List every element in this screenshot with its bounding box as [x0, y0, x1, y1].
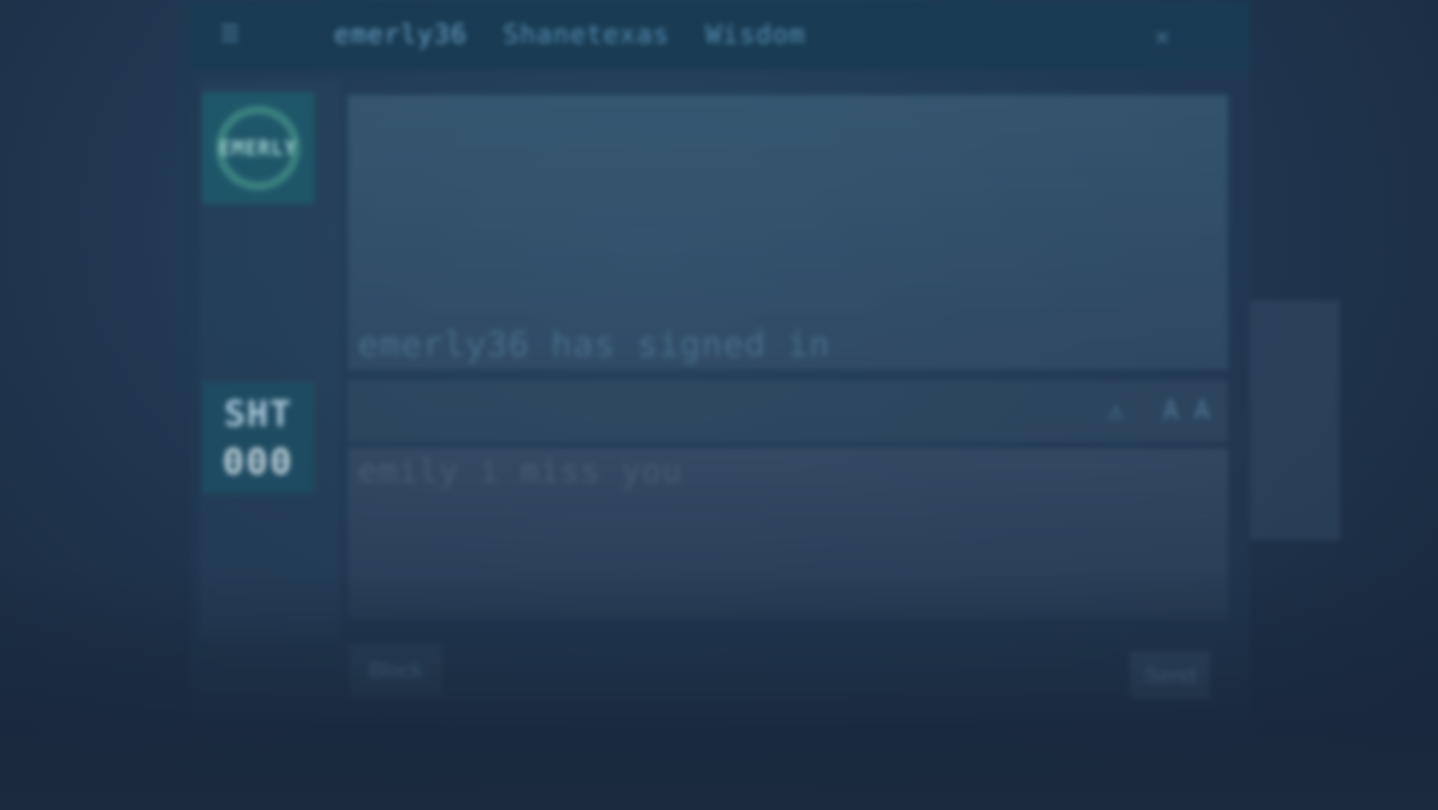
avatar-logo-icon: EMERLY [216, 106, 300, 190]
tab-wisdom[interactable]: Wisdom [706, 20, 806, 50]
tab-bar: ☰ emerly36 Shanetexas Wisdom ✕ [190, 0, 1250, 70]
chat-window: ☰ emerly36 Shanetexas Wisdom ✕ EMERLY em… [190, 0, 1250, 720]
compose-toolbar: ⚠ A A [348, 380, 1228, 442]
avatar-label: EMERLY [218, 136, 298, 160]
send-button[interactable]: Send [1130, 652, 1210, 700]
menu-icon[interactable]: ☰ [220, 23, 244, 47]
avatar[interactable]: SHT 000 [202, 382, 314, 494]
tab-emerly36[interactable]: emerly36 [334, 20, 467, 50]
avatar-label: SHT [223, 393, 293, 435]
message-input-text: emily i miss you [358, 452, 683, 490]
font-size-icon[interactable]: A A [1163, 396, 1210, 426]
avatar-label: 000 [222, 441, 294, 483]
tab-shanetexas[interactable]: Shanetexas [503, 20, 670, 50]
block-button[interactable]: Block [350, 645, 442, 697]
avatar[interactable]: EMERLY [202, 92, 314, 204]
side-panel [1250, 300, 1340, 540]
blurred-content: ☰ emerly36 Shanetexas Wisdom ✕ EMERLY em… [0, 0, 1438, 810]
close-icon[interactable]: ✕ [1154, 22, 1170, 52]
screen: ☰ emerly36 Shanetexas Wisdom ✕ EMERLY em… [0, 0, 1438, 810]
warning-icon[interactable]: ⚠ [1108, 396, 1124, 426]
system-message: emerly36 has signed in [358, 325, 831, 365]
